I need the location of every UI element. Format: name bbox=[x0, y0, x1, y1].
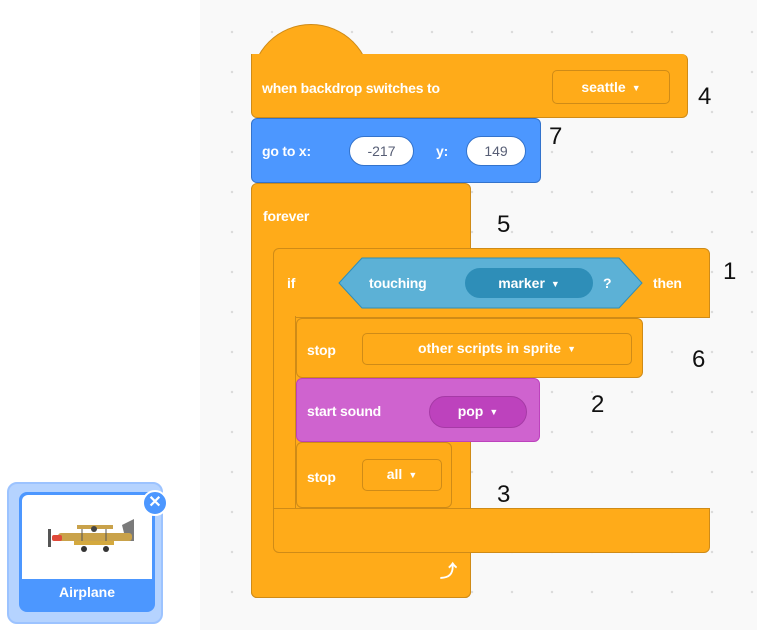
sprite-card[interactable]: Airplane bbox=[19, 492, 155, 612]
loop-arrow-icon: ⤴ bbox=[440, 562, 457, 581]
stop-all-value: all bbox=[386, 466, 403, 482]
x-icon[interactable]: ✕ bbox=[142, 490, 168, 516]
if-block-footer[interactable] bbox=[273, 508, 710, 553]
x-input[interactable]: -217 bbox=[349, 136, 414, 166]
airplane-icon bbox=[48, 519, 134, 552]
annotation-if: 1 bbox=[723, 258, 737, 285]
y-input[interactable]: 149 bbox=[466, 136, 526, 166]
annotation-forever: 5 bbox=[497, 211, 511, 238]
stop-label: stop bbox=[307, 342, 336, 358]
if-block-left-arm[interactable] bbox=[273, 316, 296, 512]
sound-dropdown[interactable]: pop ▼ bbox=[429, 396, 527, 428]
if-label: if bbox=[287, 275, 296, 291]
touching-suffix: ? bbox=[603, 275, 612, 291]
go-to-x-label: go to x: bbox=[262, 143, 311, 159]
then-label: then bbox=[653, 275, 682, 291]
when-backdrop-label: when backdrop switches to bbox=[262, 80, 440, 96]
sprite-name: Airplane bbox=[58, 584, 115, 600]
dropdown-arrow-icon: ▼ bbox=[631, 83, 641, 93]
sprite-tile[interactable]: Airplane ✕ bbox=[7, 482, 168, 624]
forever-label: forever bbox=[263, 208, 310, 224]
annotation-goto: 7 bbox=[549, 123, 563, 150]
dropdown-arrow-icon: ▼ bbox=[567, 344, 577, 354]
dropdown-arrow-icon: ▼ bbox=[489, 407, 499, 417]
stop-option-value: other scripts in sprite bbox=[417, 340, 562, 356]
start-sound-label: start sound bbox=[307, 403, 382, 419]
annotation-sound: 2 bbox=[591, 391, 605, 418]
touching-target-dropdown[interactable]: marker ▼ bbox=[465, 268, 593, 298]
backdrop-dropdown[interactable]: seattle ▼ bbox=[552, 70, 670, 104]
annotation-hat: 4 bbox=[698, 83, 712, 110]
annotation-stop2: 3 bbox=[497, 481, 511, 508]
sound-value: pop bbox=[457, 403, 484, 419]
annotation-stop1: 6 bbox=[692, 346, 706, 373]
go-to-y-label: y: bbox=[436, 143, 449, 159]
stop-all-label: stop bbox=[307, 469, 336, 485]
stop-all-dropdown[interactable]: all ▼ bbox=[362, 459, 442, 491]
sprite-thumbnail bbox=[22, 495, 152, 579]
backdrop-value: seattle bbox=[581, 79, 626, 95]
dropdown-arrow-icon: ▼ bbox=[550, 279, 560, 289]
touching-target-value: marker bbox=[498, 275, 545, 291]
forever-block-footer[interactable] bbox=[251, 553, 471, 598]
touching-label: touching bbox=[369, 275, 427, 291]
stop-option-dropdown[interactable]: other scripts in sprite ▼ bbox=[362, 333, 632, 365]
dropdown-arrow-icon: ▼ bbox=[408, 470, 418, 480]
